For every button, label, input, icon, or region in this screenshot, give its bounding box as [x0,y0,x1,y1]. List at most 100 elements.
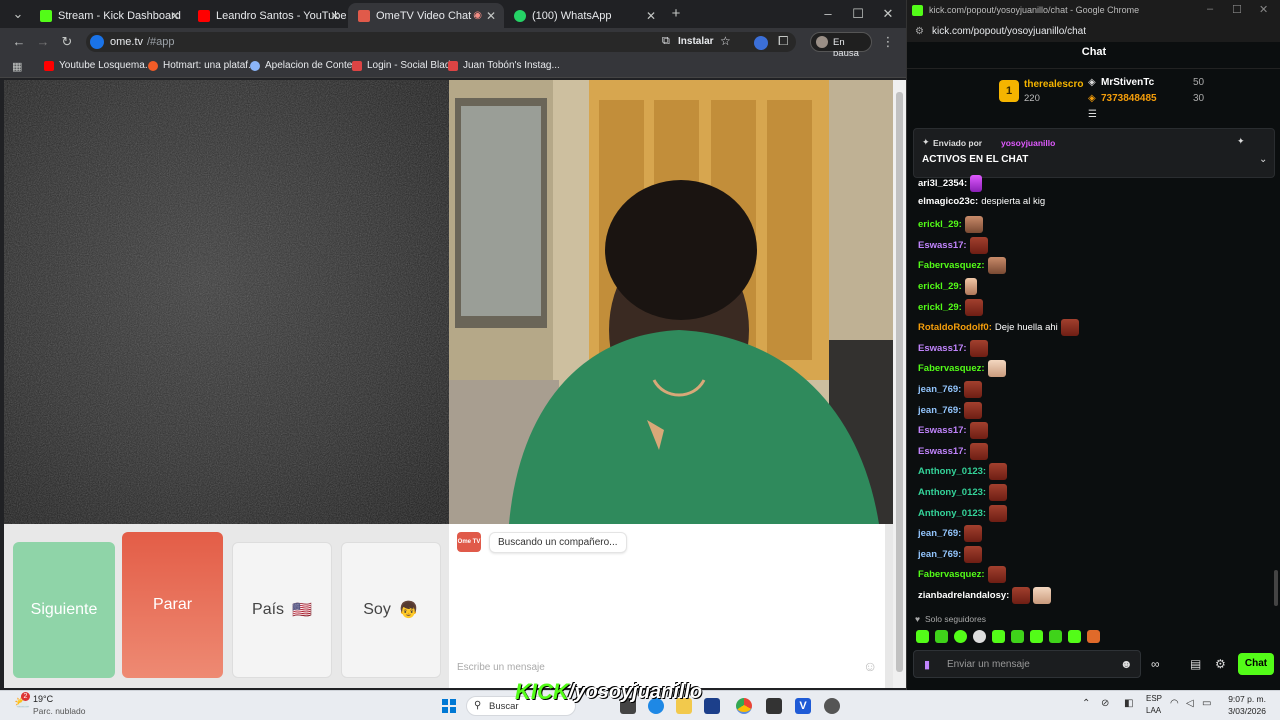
microphone-icon[interactable]: ▮ [924,658,930,671]
emote-icon[interactable] [992,630,1005,643]
tab-ometv[interactable]: OmeTV Video Chat — Ome ◉ ✕ [348,3,504,28]
chat-username[interactable]: Eswass17: [918,240,967,251]
gear-icon[interactable]: ⚙ [1215,657,1226,671]
install-button[interactable]: Instalar [678,36,714,47]
chat-username[interactable]: erickl_29: [918,302,962,313]
battery-icon[interactable]: ▭ [1202,698,1211,709]
address-bar[interactable]: ome.tv /#app ⧉ Instalar ☆ [86,32,796,52]
bookmark-star-icon[interactable]: ☆ [720,34,731,48]
back-icon[interactable]: ← [9,32,29,52]
bookmark-item[interactable]: Login - Social Blade [352,60,456,71]
emote-icon[interactable] [1030,630,1043,643]
chat-username[interactable]: RotaldoRodolf0: [918,322,992,333]
wifi-icon[interactable]: ◠ [1170,698,1179,709]
tray-icon[interactable]: ⊘ [1101,698,1109,709]
bookmark-item[interactable]: Apelacion de Conte... [250,60,361,71]
reload-icon[interactable]: ↻ [57,32,77,52]
chat-username[interactable]: Fabervasquez: [918,260,985,271]
tab-youtube[interactable]: Leandro Santos - YouTube ✕ [188,3,348,28]
clock-time[interactable]: 9:07 p. m. [1220,694,1266,704]
message-input[interactable]: Escribe un mensaje [457,662,545,673]
close-window-icon[interactable]: ✕ [1259,3,1268,16]
chat-username[interactable]: zianbadrelandalosy: [918,590,1009,601]
site-settings-icon[interactable]: ⚙ [915,26,924,37]
chat-username[interactable]: jean_769: [918,549,961,560]
close-icon[interactable]: ✕ [330,9,340,23]
chat-username[interactable]: elmagico23c: [918,196,978,207]
chevron-down-icon[interactable]: ⌄ [1259,154,1267,165]
tray-icon[interactable]: ◧ [1124,698,1133,709]
chat-username[interactable]: Anthony_0123: [918,487,986,498]
emote-icon[interactable] [935,630,948,643]
emote-icon[interactable] [973,630,986,643]
chat-username[interactable]: Eswass17: [918,425,967,436]
minimize-icon[interactable]: – [1207,3,1213,15]
tab-whatsapp[interactable]: (100) WhatsApp ✕ [504,3,664,28]
stop-button[interactable]: Parar [122,532,223,678]
close-window-icon[interactable]: ✕ [878,4,898,24]
send-chat-button[interactable]: Chat [1238,653,1274,675]
chat-username[interactable]: jean_769: [918,528,961,539]
chat-input[interactable]: ▮ Enviar un mensaje ☻ [913,650,1141,678]
unpin-icon[interactable]: ✦ [1237,136,1245,147]
maximize-icon[interactable]: ☐ [848,4,868,24]
bookmark-item[interactable]: Youtube Losquema... [44,60,153,71]
status-message: Buscando un compañero... [489,532,627,553]
vegas-icon[interactable]: V [795,698,811,714]
close-icon[interactable]: ✕ [486,9,496,23]
emote-icon[interactable] [954,630,967,643]
chat-username[interactable]: erickl_29: [918,219,962,230]
extensions-puzzle-icon[interactable]: ⧠ [778,33,788,49]
bookmark-item[interactable]: Juan Tobón's Instag... [448,60,560,71]
close-icon[interactable]: ✕ [170,9,180,23]
chat-username[interactable]: jean_769: [918,384,961,395]
chat-username[interactable]: Anthony_0123: [918,466,986,477]
chat-username[interactable]: Fabervasquez: [918,363,985,374]
filter-icon[interactable]: ☰ [1088,109,1097,120]
chat-username[interactable]: Eswass17: [918,446,967,457]
capcut-icon[interactable] [766,698,782,714]
tab-kick-dashboard[interactable]: Stream - Kick Dashboard ✕ [30,3,188,28]
maximize-icon[interactable]: ☐ [1232,3,1242,16]
extension-icon[interactable] [754,36,768,50]
chat-username[interactable]: Fabervasquez: [918,569,985,580]
chat-username[interactable]: ari3l_2354: [918,178,967,189]
store-icon[interactable]: ▤ [1190,657,1201,671]
chat-scrollbar[interactable] [1274,570,1278,606]
forward-icon[interactable]: → [33,32,53,52]
new-tab-button[interactable]: + [666,4,686,24]
language-code[interactable]: ESP [1146,694,1162,703]
emote-icon[interactable] [1068,630,1081,643]
country-filter-button[interactable]: País 🇺🇸 [232,542,332,678]
chat-username[interactable]: erickl_29: [918,281,962,292]
volume-icon[interactable]: ◁ [1186,698,1194,709]
chevron-up-icon[interactable]: ⌃ [1082,698,1090,709]
emote-icon[interactable] [916,630,929,643]
tab-search-icon[interactable]: ⌄ [8,4,28,24]
windows-start-icon[interactable] [442,699,456,713]
link-icon[interactable]: ∞ [1151,657,1160,671]
bookmark-item[interactable]: Hotmart: una plataf... [148,60,256,71]
menu-kebab-icon[interactable]: ⋮ [878,32,898,52]
chrome-icon[interactable] [736,698,752,714]
minimize-icon[interactable]: – [818,4,838,24]
next-button[interactable]: Siguiente [13,542,115,678]
emote-icon[interactable] [1049,630,1062,643]
gender-filter-button[interactable]: Soy 👦 [341,542,441,678]
obs-icon[interactable] [824,698,840,714]
emote-icon [964,381,983,398]
chat-username[interactable]: Anthony_0123: [918,508,986,519]
emote-icon[interactable] [1011,630,1024,643]
apps-grid-icon[interactable]: ▦ [12,60,22,73]
chat-username[interactable]: jean_769: [918,405,961,416]
chat-username[interactable]: Eswass17: [918,343,967,354]
emoji-icon[interactable]: ☻ [1120,657,1133,671]
emote-icon[interactable] [1087,630,1100,643]
page-scrollbar[interactable] [893,80,906,688]
emoji-icon[interactable]: ☺ [863,658,877,674]
scrollbar-thumb[interactable] [896,92,903,672]
site-info-icon[interactable] [90,35,104,49]
close-icon[interactable]: ✕ [646,9,656,23]
profile-button[interactable]: En pausa [810,32,872,59]
store-icon[interactable] [704,698,720,714]
